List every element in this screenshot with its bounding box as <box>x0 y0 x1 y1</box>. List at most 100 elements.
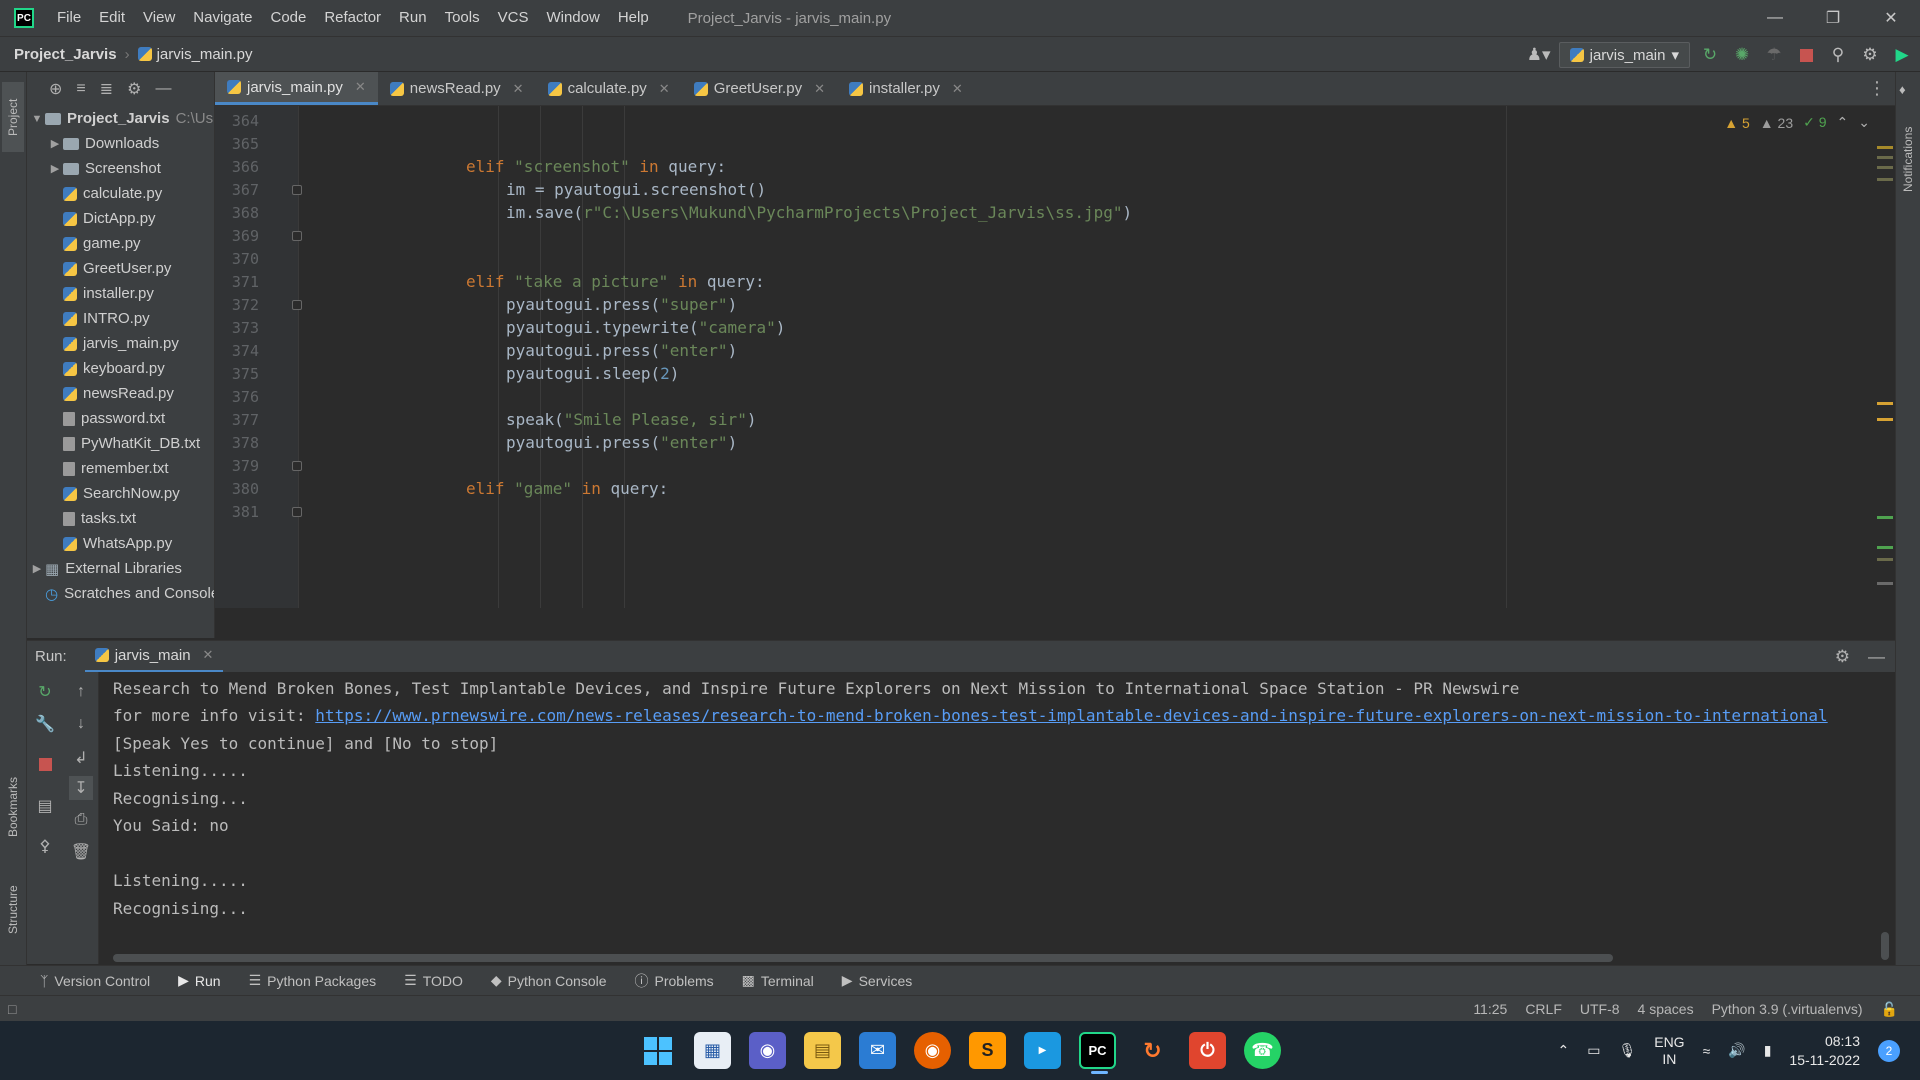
hide-icon[interactable]: — <box>156 80 172 98</box>
sync-icon[interactable]: ↻ <box>1134 1032 1171 1069</box>
version-control-button[interactable]: ᛉ Version Control <box>40 973 150 989</box>
editor-tab-newsread[interactable]: newsRead.py ✕ <box>378 72 536 105</box>
layout-icon[interactable]: ▤ <box>33 794 57 818</box>
fold-icon[interactable] <box>292 231 302 241</box>
coverage-icon[interactable]: ☂ <box>1762 43 1786 67</box>
error-stripe[interactable] <box>1875 106 1895 608</box>
clock[interactable]: 08:13 15-11-2022 <box>1789 1032 1860 1070</box>
close-icon[interactable]: ✕ <box>355 79 366 95</box>
code-editor[interactable]: ▲ 5 ▲ 23 ✓ 9 ⌃ ⌄ 364 365 366 367 368 369 370 37… <box>215 106 1880 608</box>
stripe-marker[interactable] <box>1877 516 1893 519</box>
search-icon[interactable]: ⚲ <box>1826 43 1850 67</box>
more-options-icon[interactable]: ⋮ <box>1868 78 1886 99</box>
file-explorer-icon[interactable]: ▤ <box>804 1032 841 1069</box>
gear-icon[interactable]: ⚙ <box>1835 647 1850 667</box>
tree-item[interactable]: DictApp.py <box>27 206 214 231</box>
notifications-tool-tab[interactable]: Notifications <box>1897 104 1919 214</box>
python-packages-button[interactable]: ☰ Python Packages <box>249 972 377 989</box>
arrow-down-icon[interactable]: ↓ <box>69 712 93 736</box>
tree-root[interactable]: ▼ Project_Jarvis C:\Us <box>27 106 214 131</box>
fold-icon[interactable] <box>292 507 302 517</box>
gear-icon[interactable]: ⚙ <box>1858 43 1882 67</box>
stripe-marker[interactable] <box>1877 546 1893 549</box>
language-indicator[interactable]: ENG IN <box>1654 1034 1684 1068</box>
tree-item[interactable]: game.py <box>27 231 214 256</box>
gear-icon[interactable]: ⚙ <box>127 79 141 99</box>
breadcrumb-file[interactable]: jarvis_main.py <box>137 46 252 63</box>
tree-item[interactable]: calculate.py <box>27 181 214 206</box>
tree-item[interactable]: ▶ Screenshot <box>27 156 214 181</box>
whatsapp-icon[interactable]: ☎ <box>1244 1032 1281 1069</box>
close-icon[interactable]: ✕ <box>952 81 963 97</box>
close-icon[interactable]: ✕ <box>203 647 214 663</box>
stop-icon[interactable] <box>33 752 57 776</box>
editor-tab-calculate[interactable]: calculate.py ✕ <box>536 72 682 105</box>
wrench-icon[interactable]: 🔧 <box>33 712 57 736</box>
tree-item[interactable]: password.txt <box>27 406 214 431</box>
problems-button[interactable]: ⓘ Problems <box>635 971 714 991</box>
editor-tab-greetuser[interactable]: GreetUser.py ✕ <box>682 72 837 105</box>
structure-tool-tab[interactable]: Structure <box>2 867 24 952</box>
close-icon[interactable]: ✕ <box>1862 0 1920 36</box>
indent-setting[interactable]: 4 spaces <box>1638 1001 1694 1017</box>
chevron-up-icon[interactable]: ⌃ <box>1837 114 1849 131</box>
menu-help[interactable]: Help <box>609 0 658 36</box>
caret-position[interactable]: 11:25 <box>1473 1001 1507 1017</box>
scroll-to-end-icon[interactable]: ↧ <box>69 776 93 800</box>
panel-toggle-icon[interactable]: □ <box>8 1001 16 1017</box>
power-app-icon[interactable]: ⏻ <box>1189 1032 1226 1069</box>
debug-icon[interactable]: ✺ <box>1730 43 1754 67</box>
bookmarks-tool-tab[interactable]: Bookmarks <box>2 762 24 852</box>
menu-code[interactable]: Code <box>261 0 315 36</box>
close-icon[interactable]: ✕ <box>814 81 825 97</box>
stop-icon[interactable] <box>1794 43 1818 67</box>
menu-refactor[interactable]: Refactor <box>315 0 390 36</box>
menu-window[interactable]: Window <box>537 0 608 36</box>
tree-scratches[interactable]: ◷ Scratches and Consoles <box>27 581 214 606</box>
menu-view[interactable]: View <box>134 0 184 36</box>
teams-chat-icon[interactable]: ◉ <box>749 1032 786 1069</box>
run-configuration-select[interactable]: jarvis_main ▾ <box>1558 42 1690 68</box>
chevron-up-icon[interactable]: ⌃ <box>1557 1042 1569 1059</box>
tree-item[interactable]: WhatsApp.py <box>27 531 214 556</box>
todo-button[interactable]: ☰ TODO <box>404 972 463 989</box>
python-interpreter[interactable]: Python 3.9 (.virtualenvs) <box>1712 1001 1863 1017</box>
restore-icon[interactable]: ❐ <box>1804 0 1862 36</box>
stripe-marker[interactable] <box>1877 558 1893 561</box>
console-link[interactable]: https://www.prnewswire.com/news-releases… <box>315 706 1827 725</box>
tree-item[interactable]: PyWhatKit_DB.txt <box>27 431 214 456</box>
editor-tab-jarvis-main[interactable]: jarvis_main.py ✕ <box>215 72 378 105</box>
print-icon[interactable]: ⎙ <box>69 808 93 832</box>
fold-icon[interactable] <box>292 300 302 310</box>
terminal-button[interactable]: ▩ Terminal <box>742 972 814 989</box>
menu-vcs[interactable]: VCS <box>489 0 538 36</box>
run-console[interactable]: Research to Mend Broken Bones, Test Impl… <box>99 672 1895 964</box>
user-icon[interactable]: ♟▾ <box>1527 43 1551 67</box>
tree-item[interactable]: keyboard.py <box>27 356 214 381</box>
run-button[interactable]: ▶ Run <box>178 972 220 989</box>
toolbox-icon[interactable]: ▶ <box>1890 43 1914 67</box>
microphone-icon[interactable]: 🎙 <box>1618 1042 1636 1059</box>
trash-icon[interactable]: 🗑 <box>69 840 93 864</box>
tree-item[interactable]: GreetUser.py <box>27 256 214 281</box>
project-tool-tab[interactable]: Project <box>2 82 24 152</box>
menu-tools[interactable]: Tools <box>436 0 489 36</box>
tree-item[interactable]: jarvis_main.py <box>27 331 214 356</box>
stripe-marker[interactable] <box>1877 418 1893 421</box>
mail-icon[interactable]: ✉ <box>859 1032 896 1069</box>
stripe-marker[interactable] <box>1877 166 1893 169</box>
tree-item[interactable]: ▶ Downloads <box>27 131 214 156</box>
tablet-icon[interactable]: ▭ <box>1587 1042 1600 1059</box>
tree-item[interactable]: tasks.txt <box>27 506 214 531</box>
prime-video-icon[interactable]: ▶ <box>1024 1032 1061 1069</box>
wifi-icon[interactable]: ≈ <box>1703 1043 1711 1059</box>
pycharm-taskbar-icon[interactable]: PC <box>1079 1032 1116 1074</box>
locate-icon[interactable]: ⊕ <box>49 79 62 99</box>
soft-wrap-icon[interactable]: ↲ <box>69 746 93 770</box>
expand-all-icon[interactable]: ≡ <box>76 80 85 98</box>
widgets-icon[interactable]: ▦ <box>694 1032 731 1069</box>
menu-edit[interactable]: Edit <box>90 0 134 36</box>
notification-badge[interactable]: 2 <box>1878 1039 1900 1062</box>
inspection-widget[interactable]: ▲ 5 ▲ 23 ✓ 9 ⌃ ⌄ <box>1724 114 1870 131</box>
tree-item[interactable]: INTRO.py <box>27 306 214 331</box>
